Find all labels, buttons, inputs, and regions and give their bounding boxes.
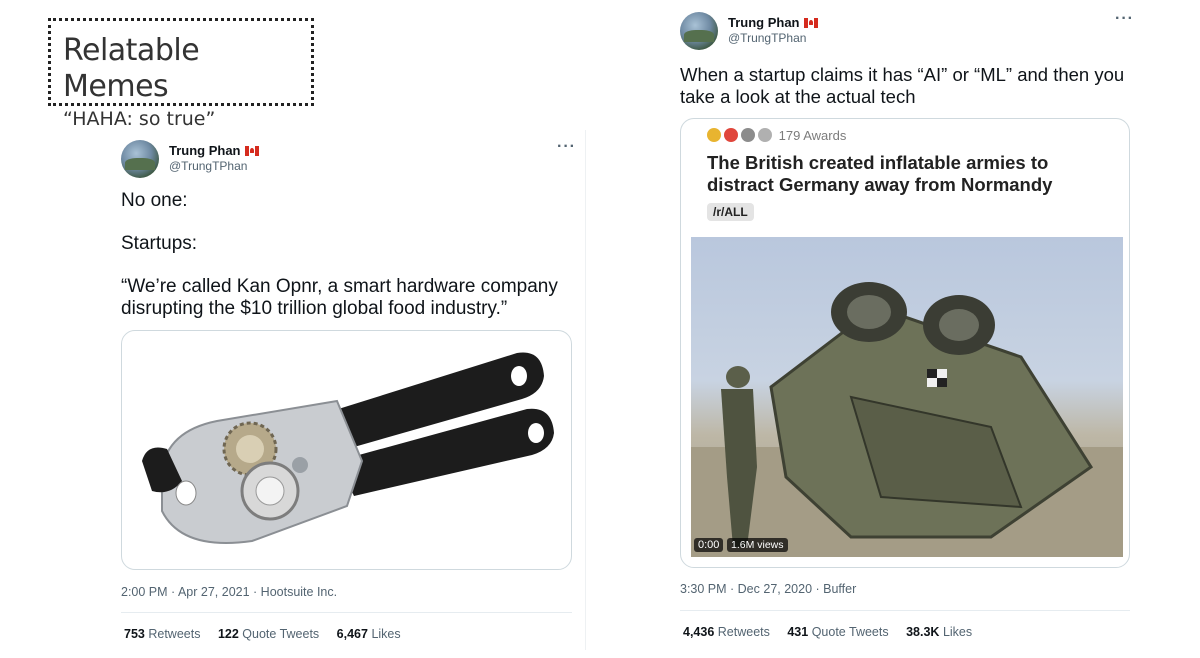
tweet-line: When a startup claims it has “AI” or “ML… [680,64,1125,85]
quote-tweets-stat[interactable]: 431 Quote Tweets [787,625,888,639]
video-time: 0:00 [694,538,724,552]
tweet-timestamp[interactable]: 3:30 PM · Dec 27, 2020 · Buffer [680,582,856,596]
reddit-post-card[interactable]: 179 Awards The British created inflatabl… [680,118,1130,568]
tweet-line: take a look at the actual tech [680,86,916,107]
award-icon [724,128,738,142]
tweet-stats: 4,436 Retweets 431 Quote Tweets 38.3K Li… [683,625,986,639]
author-name[interactable]: Trung Phan [728,15,800,30]
author-handle[interactable]: @TrungTPhan [728,31,806,45]
canada-flag-icon [803,18,818,28]
video-player[interactable]: 0:00 1.6M views [691,237,1123,557]
more-options-icon[interactable]: ··· [1115,10,1134,28]
author-avatar[interactable] [680,12,718,50]
awards-row: 179 Awards [707,128,846,143]
awards-count: 179 Awards [778,128,847,143]
right-tweet: Trung Phan @TrungTPhan ··· When a startu… [0,0,1200,658]
award-icon [741,128,755,142]
award-icon [758,128,772,142]
tipped-over-jeep-icon [691,282,1123,557]
subreddit-tag[interactable]: /r/ALL [707,203,754,221]
divider [680,610,1130,611]
video-views: 1.6M views [727,538,788,552]
retweets-stat[interactable]: 4,436 Retweets [683,625,770,639]
post-title: The British created inflatable armies to… [707,152,1053,195]
likes-stat[interactable]: 38.3K Likes [906,625,972,639]
award-icon [707,128,721,142]
author-name-row[interactable]: Trung Phan [728,15,818,30]
